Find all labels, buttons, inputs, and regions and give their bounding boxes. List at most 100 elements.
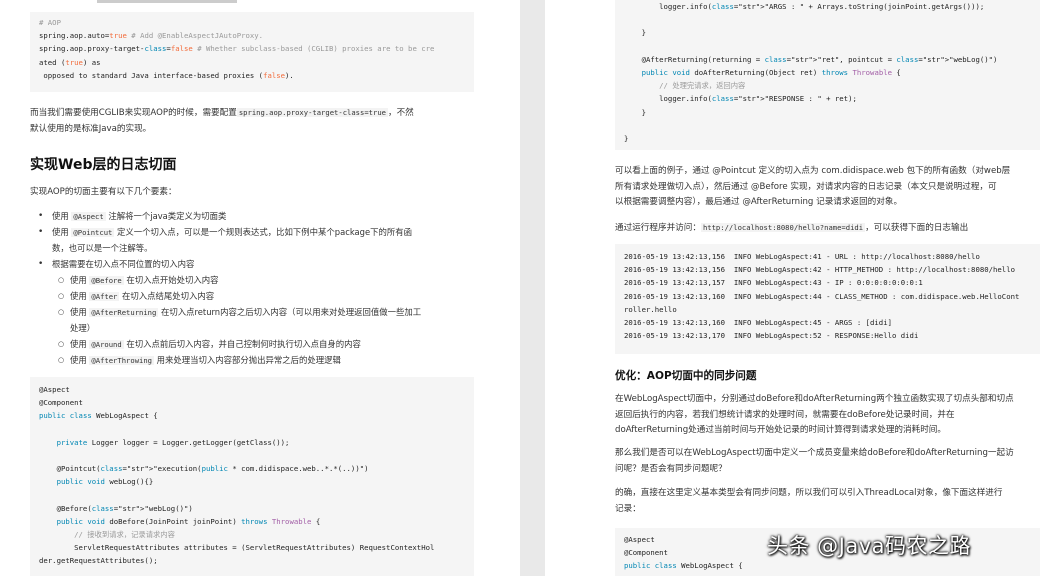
para-line: 所有请求处理做切入点），然后通过 @Before 实现，对请求内容的日志记录（本… — [615, 181, 997, 192]
code-line: @Aspect — [39, 385, 70, 394]
sub-list-item: ○ 使用 @After 在切入点结尾处切入内容 — [58, 289, 214, 305]
code-line: logger.info(class="str">"ARGS : " + Arra… — [624, 2, 985, 11]
circle-bullet: ○ — [58, 308, 65, 316]
code-line: public void doBefore(JoinPoint joinPoint… — [56, 516, 321, 526]
aspect-code-block-continued: logger.info(class="str">"ARGS : " + Arra… — [615, 0, 1040, 150]
top-scroll-edge — [97, 0, 237, 3]
item-text: 使用 — [70, 307, 90, 317]
code-line: ServletRequestAttributes attributes = (S… — [39, 543, 435, 553]
log-output-block: 2016-05-19 13:42:13,156 INFO WebLogAspec… — [615, 244, 1040, 354]
code-line: // 处理完请求，返回内容 — [624, 81, 746, 91]
sync-problem-paragraph: 在WebLogAspect切面中，分别通过doBefore和doAfterRet… — [615, 392, 1040, 439]
list-item: 数，也可以是一个注解等。 — [52, 241, 153, 257]
code-line: @Pointcut(class="str">"execution(public … — [39, 464, 369, 474]
code-line: @Before(class="str">"webLog()") — [39, 503, 193, 513]
code-line: // 接收到请求，记录请求内容 — [39, 530, 175, 540]
item-text: 数，也可以是一个注解等。 — [52, 243, 153, 253]
right-page: logger.info(class="str">"ARGS : " + Arra… — [545, 0, 1040, 576]
code-line: @AfterReturning(returning = class="str">… — [624, 54, 998, 64]
sub-list-item: ○ 使用 @AfterReturning 在切入点return内容之后切入内容（可… — [58, 305, 422, 321]
code-line: } — [624, 133, 629, 143]
para-line: 那么我们是否可以在WebLogAspect切面中定义一个成员变量来给doBefo… — [615, 448, 1014, 458]
run-instructions: 通过运行程序并访问： http://localhost:8080/hello?na… — [615, 220, 968, 237]
circle-bullet: ○ — [58, 276, 65, 284]
log-line: 2016-05-19 13:42:13,160 INFO WebLogAspec… — [624, 317, 892, 327]
watermark: 头条 @Java码农之路 — [767, 534, 972, 558]
para-text: ，可以获得下面的日志输出 — [865, 223, 969, 233]
inline-code: @AfterThrowing — [89, 356, 155, 365]
para-line: 记录： — [615, 503, 641, 514]
code-line: # AOP — [39, 18, 61, 27]
code-line: public void webLog(){} — [56, 477, 154, 487]
log-line: 2016-05-19 13:42:13,157 INFO WebLogAspec… — [624, 278, 923, 288]
item-text: 在切入点前后切入内容，并自己控制何时执行切入点自身的内容 — [123, 339, 361, 349]
member-variable-paragraph: 那么我们是否可以在WebLogAspect切面中定义一个成员变量来给doBefo… — [615, 446, 1040, 477]
pointcut-explanation: 可以看上面的例子，通过 @Pointcut 定义的切入点为 com.didisp… — [615, 164, 1040, 211]
sub-list-item: ○ 使用 @Around 在切入点前后切入内容，并自己控制何时执行切入点自身的内容 — [58, 337, 361, 353]
left-page: # AOP spring.aop.auto=true # Add @EnableA… — [0, 0, 520, 576]
bullet-dot: • — [38, 227, 44, 237]
code-line: public class WebLogAspect { — [39, 411, 158, 421]
circle-bullet: ○ — [58, 340, 65, 348]
item-text: 注解将一个java类定义为切面类 — [105, 211, 227, 221]
inline-code: @After — [89, 292, 120, 301]
code-line: spring.aop.proxy-target-class=false # Wh… — [39, 44, 435, 54]
code-line: der.getRequestAttributes(); — [39, 556, 158, 566]
circle-bullet: ○ — [58, 292, 65, 300]
bullet-dot: • — [38, 259, 44, 269]
list-item: • 使用 @Pointcut 定义一个切入点，可以是一个规则表达式，比如下例中某个… — [38, 225, 413, 241]
code-line: private Logger logger = Logger.getLogger… — [56, 437, 290, 447]
code-line: } — [624, 107, 646, 117]
code-line: logger.info(class="str">"RESPONSE : " + … — [624, 94, 857, 104]
section-heading: 实现Web层的日志切面 — [30, 157, 177, 173]
code-line: opposed to standard Java interface-based… — [39, 70, 294, 80]
para-line: 在WebLogAspect切面中，分别通过doBefore和doAfterRet… — [615, 394, 1014, 404]
para-line: 的确，直接在这里定义基本类型会有同步问题，所以我们可以引入ThreadLocal… — [615, 488, 1003, 498]
para-text: 通过运行程序并访问： — [615, 223, 701, 233]
sub-list-item: ○ 使用 @AfterThrowing 用来处理当切入内容部分抛出异常之后的处理逻… — [58, 353, 341, 369]
inline-code: @AfterReturning — [89, 308, 159, 317]
para-text: 默认使用的是标准Java的实现。 — [30, 123, 152, 134]
para-line: 以根据需要调整内容），最后通过 @AfterReturning 记录请求返回的对… — [615, 197, 903, 208]
para-text: ，不然 — [387, 108, 414, 118]
list-item: • 根据需要在切入点不同位置的切入内容 — [38, 257, 194, 273]
para-text: 而当我们需要使用CGLIB来实现AOP的时候，需要配置 — [30, 108, 237, 118]
item-text: 在切入点开始处切入内容 — [123, 275, 219, 285]
inline-code: spring.aop.proxy-target-class=true — [236, 108, 388, 117]
sub-list-item: ○ 使用 @Before 在切入点开始处切入内容 — [58, 273, 219, 289]
item-text: 使用 — [70, 291, 90, 301]
item-text: 使用 — [70, 355, 90, 365]
list-item: • 使用 @Aspect 注解将一个java类定义为切面类 — [38, 209, 227, 225]
code-line: spring.aop.auto=true # Add @EnableAspect… — [39, 31, 264, 41]
item-text: 使用 — [52, 211, 72, 221]
sub-list-item: 处理） — [70, 321, 95, 337]
item-text: 定义一个切入点，可以是一个规则表达式，比如下例中某个package下的所有函 — [114, 227, 413, 237]
para-line: doAfterReturning处通过当前时间与开始处记录的时间计算得到请求处理… — [615, 425, 946, 436]
item-text: 处理） — [70, 323, 96, 333]
code-line: public void doAfterReturning(Object ret)… — [641, 67, 901, 77]
bullet-dot: • — [38, 211, 44, 221]
item-text: 使用 — [70, 339, 90, 349]
para-line: 问呢？是否会有同步问题呢？ — [615, 463, 727, 474]
cglib-paragraph: 而当我们需要使用CGLIB来实现AOP的时候，需要配置 spring.aop.pr… — [30, 105, 480, 137]
item-text: 用来处理当切入内容部分抛出异常之后的处理逻辑 — [154, 355, 341, 365]
intro-paragraph: 实现AOP的切面主要有以下几个要素： — [30, 187, 177, 197]
item-text: 在切入点return内容之后切入内容（可以用来对处理返回值做一些加工 — [158, 307, 422, 317]
properties-code-block: # AOP spring.aop.auto=true # Add @EnableA… — [30, 12, 474, 92]
circle-bullet: ○ — [58, 356, 65, 364]
optimization-heading: 优化：AOP切面中的同步问题 — [615, 370, 757, 382]
aspect-code-block: @Aspect @Component public class WebLogAspe… — [30, 377, 474, 576]
code-line: public class WebLogAspect { — [624, 561, 743, 571]
para-line: 可以看上面的例子，通过 @Pointcut 定义的切入点为 com.didisp… — [615, 166, 1011, 176]
inline-code: @Aspect — [71, 212, 106, 221]
log-line: 2016-05-19 13:42:13,156 INFO WebLogAspec… — [624, 252, 980, 261]
inline-code: @Before — [89, 276, 124, 285]
item-text: 使用 — [52, 227, 72, 237]
para-line: 返回后执行的内容，若我们想统计请求的处理时间，就需要在doBefore处记录时间… — [615, 409, 955, 420]
code-line: ated (true) as — [39, 57, 101, 67]
